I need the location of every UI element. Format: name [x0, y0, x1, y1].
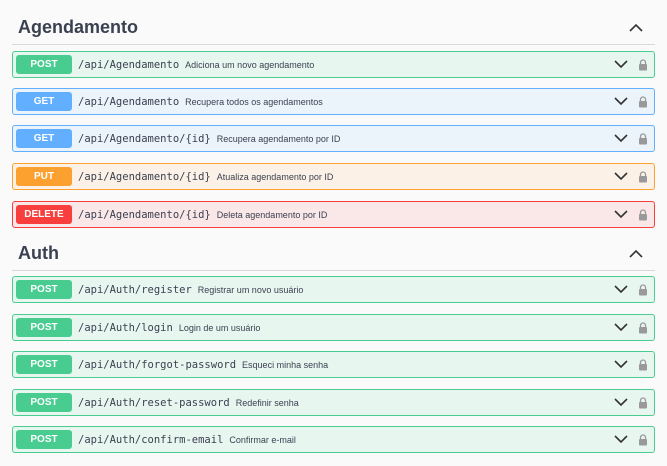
- operation-path: /api/Agendamento: [78, 95, 180, 108]
- operation-summary: Deleta agendamento por ID: [216, 209, 328, 220]
- operation-post-auth-confirm-email[interactable]: POST /api/Auth/confirm-email Confirmar e…: [12, 426, 655, 453]
- operation-post-auth-register[interactable]: POST /api/Auth/register Registrar um nov…: [12, 276, 655, 303]
- operation-post-agendamento[interactable]: POST /api/Agendamento Adiciona um novo a…: [12, 51, 655, 78]
- section-header-auth[interactable]: Auth: [12, 237, 655, 271]
- operation-summary: Esqueci minha senha: [242, 359, 329, 370]
- chevron-down-icon[interactable]: [614, 134, 628, 144]
- method-badge: PUT: [16, 167, 72, 186]
- operation-get-agendamento-by-id[interactable]: GET /api/Agendamento/{id} Recupera agend…: [12, 125, 655, 152]
- method-badge: POST: [16, 318, 72, 337]
- lock-icon[interactable]: [638, 208, 648, 221]
- method-badge: POST: [16, 280, 72, 299]
- chevron-down-icon[interactable]: [614, 323, 628, 333]
- chevron-down-icon[interactable]: [614, 435, 628, 445]
- lock-icon[interactable]: [638, 95, 648, 108]
- chevron-down-icon[interactable]: [614, 398, 628, 408]
- chevron-up-icon[interactable]: [629, 247, 643, 261]
- operation-path: /api/Agendamento/{id}: [78, 208, 211, 221]
- operation-summary: Confirmar e-mail: [229, 434, 296, 445]
- operation-path: /api/Agendamento/{id}: [78, 170, 211, 183]
- lock-icon[interactable]: [638, 58, 648, 71]
- operation-path: /api/Auth/forgot-password: [78, 358, 237, 371]
- operation-summary: Recupera agendamento por ID: [216, 133, 341, 144]
- method-badge: POST: [16, 430, 72, 449]
- lock-icon[interactable]: [638, 321, 648, 334]
- lock-icon[interactable]: [638, 170, 648, 183]
- chevron-down-icon[interactable]: [614, 97, 628, 107]
- method-badge: POST: [16, 393, 72, 412]
- section-title: Auth: [18, 243, 59, 263]
- chevron-down-icon[interactable]: [614, 60, 628, 70]
- method-badge: POST: [16, 55, 72, 74]
- operation-summary: Atualiza agendamento por ID: [216, 171, 334, 182]
- operation-summary: Login de um usuário: [178, 322, 261, 333]
- lock-icon[interactable]: [638, 358, 648, 371]
- operation-put-agendamento-by-id[interactable]: PUT /api/Agendamento/{id} Atualiza agend…: [12, 163, 655, 190]
- operation-post-auth-forgot-password[interactable]: POST /api/Auth/forgot-password Esqueci m…: [12, 351, 655, 378]
- section-header-agendamento[interactable]: Agendamento: [12, 11, 655, 45]
- chevron-down-icon[interactable]: [614, 285, 628, 295]
- operation-path: /api/Agendamento: [78, 58, 180, 71]
- section-title: Agendamento: [18, 17, 139, 37]
- operation-summary: Adiciona um novo agendamento: [185, 59, 315, 70]
- operation-post-auth-reset-password[interactable]: POST /api/Auth/reset-password Redefinir …: [12, 389, 655, 416]
- operation-path: /api/Auth/register: [78, 283, 192, 296]
- operation-path: /api/Agendamento/{id}: [78, 132, 211, 145]
- method-badge: GET: [16, 129, 72, 148]
- lock-icon[interactable]: [638, 396, 648, 409]
- operation-get-agendamento[interactable]: GET /api/Agendamento Recupera todos os a…: [12, 88, 655, 115]
- method-badge: DELETE: [16, 205, 72, 224]
- method-badge: GET: [16, 92, 72, 111]
- operation-summary: Registrar um novo usuário: [197, 284, 304, 295]
- operation-summary: Recupera todos os agendamentos: [185, 96, 323, 107]
- operation-path: /api/Auth/login: [78, 321, 173, 334]
- operation-post-auth-login[interactable]: POST /api/Auth/login Login de um usuário: [12, 314, 655, 341]
- operation-summary: Redefinir senha: [235, 397, 299, 408]
- lock-icon[interactable]: [638, 433, 648, 446]
- chevron-down-icon[interactable]: [614, 210, 628, 220]
- operation-path: /api/Auth/confirm-email: [78, 433, 224, 446]
- lock-icon[interactable]: [638, 283, 648, 296]
- operation-delete-agendamento-by-id[interactable]: DELETE /api/Agendamento/{id} Deleta agen…: [12, 201, 655, 228]
- chevron-up-icon[interactable]: [629, 21, 643, 35]
- operation-path: /api/Auth/reset-password: [78, 396, 230, 409]
- chevron-down-icon[interactable]: [614, 172, 628, 182]
- method-badge: POST: [16, 355, 72, 374]
- chevron-down-icon[interactable]: [614, 360, 628, 370]
- lock-icon[interactable]: [638, 132, 648, 145]
